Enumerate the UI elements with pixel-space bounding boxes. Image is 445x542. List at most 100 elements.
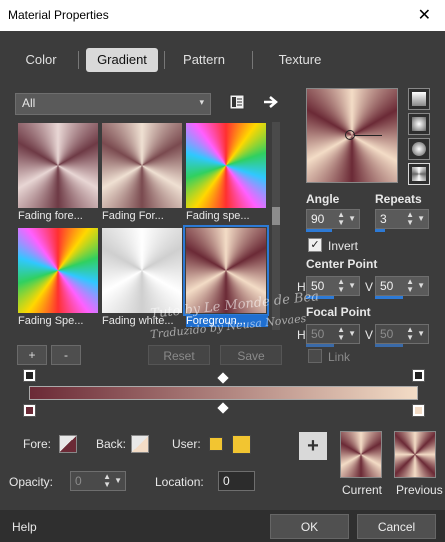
current-swatch[interactable] <box>340 431 382 478</box>
end-opacity-stop[interactable] <box>412 404 425 417</box>
current-label: Current <box>342 483 383 497</box>
tab-color[interactable]: Color <box>10 48 72 72</box>
reset-button[interactable]: Reset <box>148 345 210 365</box>
gradient-thumb[interactable]: Fading white... <box>102 228 182 327</box>
close-icon[interactable]: ✕ <box>418 5 431 25</box>
chevron-down-icon[interactable]: ▼ <box>417 329 425 338</box>
title-bar: Material Properties ✕ <box>0 0 445 31</box>
category-value: All <box>22 96 36 110</box>
link-checkbox[interactable] <box>308 349 322 363</box>
angle-slider-fill <box>306 229 332 232</box>
gradient-swatch <box>102 123 182 208</box>
spin-up-down-icon[interactable]: ▲ ▼ <box>337 278 345 294</box>
style-linear-icon[interactable] <box>408 88 430 110</box>
add-swatch-button[interactable]: + <box>299 432 327 460</box>
center-v-label: V <box>365 280 374 294</box>
style-radial-icon[interactable] <box>408 163 430 185</box>
ok-button[interactable]: OK <box>270 514 349 539</box>
opacity-value: 0 <box>75 474 82 488</box>
fore-label: Fore: <box>23 437 52 451</box>
gradient-thumb[interactable]: Fading spe... <box>186 123 266 222</box>
spin-up-down-icon[interactable]: ▲ ▼ <box>406 326 414 342</box>
chevron-down-icon: ▾ <box>199 97 204 107</box>
gradient-label: Fading spe... <box>186 210 250 222</box>
tab-bar: Color Gradient Pattern Texture <box>0 44 445 74</box>
repeats-spinner[interactable]: 3 ▲ ▼ ▼ <box>375 209 429 229</box>
link-label: Link <box>328 350 351 364</box>
gradient-thumb[interactable]: Fading For... <box>102 123 182 222</box>
user-label: User: <box>172 437 201 451</box>
gradient-bar[interactable] <box>29 386 418 400</box>
chevron-down-icon[interactable]: ▼ <box>417 281 425 290</box>
cancel-button[interactable]: Cancel <box>357 514 436 539</box>
gradient-label: Fading fore... <box>18 210 83 222</box>
focal-v-spinner[interactable]: 50 ▲ ▼ ▼ <box>375 324 429 344</box>
style-rectangular-icon[interactable] <box>408 113 430 135</box>
repeats-label: Repeats <box>375 192 422 206</box>
focal-h-slider-fill <box>306 344 334 347</box>
start-color-stop[interactable] <box>23 369 36 382</box>
gradient-swatch <box>102 228 182 313</box>
midpoint-diamond-icon[interactable] <box>217 372 229 384</box>
focal-h-spinner[interactable]: 50 ▲ ▼ ▼ <box>306 324 360 344</box>
gradient-preview[interactable] <box>306 88 398 183</box>
help-link[interactable]: Help <box>12 520 37 534</box>
focal-h-value: 50 <box>311 327 325 341</box>
center-v-slider-fill <box>375 296 403 299</box>
back-swatch[interactable] <box>131 435 149 453</box>
chevron-down-icon[interactable]: ▼ <box>348 214 356 223</box>
tab-pattern[interactable]: Pattern <box>170 48 238 72</box>
start-opacity-stop[interactable] <box>23 404 36 417</box>
save-button[interactable]: Save <box>220 345 282 365</box>
chevron-down-icon[interactable]: ▼ <box>348 329 356 338</box>
focal-v-slider-fill <box>375 344 403 347</box>
add-gradient-button[interactable]: + <box>17 345 47 365</box>
tab-divider <box>164 51 165 69</box>
spin-up-down-icon[interactable]: ▲ ▼ <box>337 211 345 227</box>
chevron-down-icon[interactable]: ▼ <box>114 476 122 485</box>
user-swatch[interactable] <box>232 435 251 454</box>
previous-swatch[interactable] <box>394 431 436 478</box>
opacity-label: Opacity: <box>9 475 54 489</box>
gradient-swatch <box>18 123 98 208</box>
center-v-spinner[interactable]: 50 ▲ ▼ ▼ <box>375 276 429 296</box>
location-field[interactable]: 0 <box>218 471 255 491</box>
angle-line <box>354 135 382 136</box>
previous-label: Previous <box>396 483 443 497</box>
scrollbar-thumb[interactable] <box>272 207 280 225</box>
opacity-spinner[interactable]: 0 ▲ ▼ ▼ <box>70 471 126 491</box>
angle-label: Angle <box>306 192 340 206</box>
tab-texture[interactable]: Texture <box>262 48 338 72</box>
spin-up-down-icon[interactable]: ▲ ▼ <box>337 326 345 342</box>
library-icon[interactable] <box>228 93 246 111</box>
angle-spinner[interactable]: 90 ▲ ▼ ▼ <box>306 209 360 229</box>
repeats-slider-fill <box>375 229 385 232</box>
gradient-label: Fading For... <box>102 210 164 222</box>
back-label: Back: <box>96 437 127 451</box>
spin-up-down-icon[interactable]: ▲ ▼ <box>406 278 414 294</box>
remove-gradient-button[interactable]: - <box>51 345 81 365</box>
end-color-stop[interactable] <box>412 369 425 382</box>
invert-checkbox[interactable]: ✓ <box>308 238 322 252</box>
tab-divider <box>252 51 253 69</box>
gradient-swatch <box>186 123 266 208</box>
spin-up-down-icon[interactable]: ▲ ▼ <box>406 211 414 227</box>
midpoint-diamond-icon[interactable] <box>217 402 229 414</box>
focal-v-value: 50 <box>380 327 394 341</box>
spin-up-down-icon[interactable]: ▲ ▼ <box>103 473 111 489</box>
arrow-right-icon[interactable] <box>262 93 280 111</box>
chevron-down-icon[interactable]: ▼ <box>348 281 356 290</box>
window-title: Material Properties <box>8 8 109 22</box>
gradient-thumb[interactable]: Fading fore... <box>18 123 98 222</box>
tab-gradient[interactable]: Gradient <box>86 48 158 72</box>
style-sunburst-icon[interactable] <box>408 138 430 160</box>
center-v-value: 50 <box>380 279 394 293</box>
focal-h-label: H <box>297 328 306 342</box>
user-swatch-small[interactable] <box>209 437 223 451</box>
tab-divider <box>78 51 79 69</box>
chevron-down-icon[interactable]: ▼ <box>417 214 425 223</box>
fore-swatch[interactable] <box>59 435 77 453</box>
center-point-label: Center Point <box>306 257 378 271</box>
category-select[interactable]: All ▾ <box>15 93 211 115</box>
gradient-thumb[interactable]: Fading Spe... <box>18 228 98 327</box>
